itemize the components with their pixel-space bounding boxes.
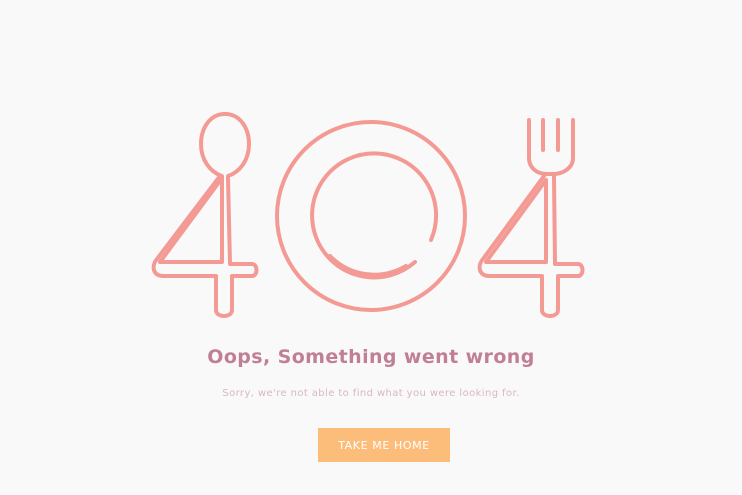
take-me-home-button[interactable]: TAKE ME HOME — [318, 428, 450, 462]
error-404-page: Oops, Something went wrong Sorry, we're … — [0, 0, 742, 495]
404-illustration — [151, 112, 585, 318]
spoon-four-icon — [151, 112, 259, 318]
error-subtitle: Sorry, we're not able to find what you w… — [222, 388, 520, 399]
plate-zero-icon — [275, 120, 467, 312]
error-title: Oops, Something went wrong — [207, 346, 535, 368]
fork-four-icon — [477, 118, 585, 318]
